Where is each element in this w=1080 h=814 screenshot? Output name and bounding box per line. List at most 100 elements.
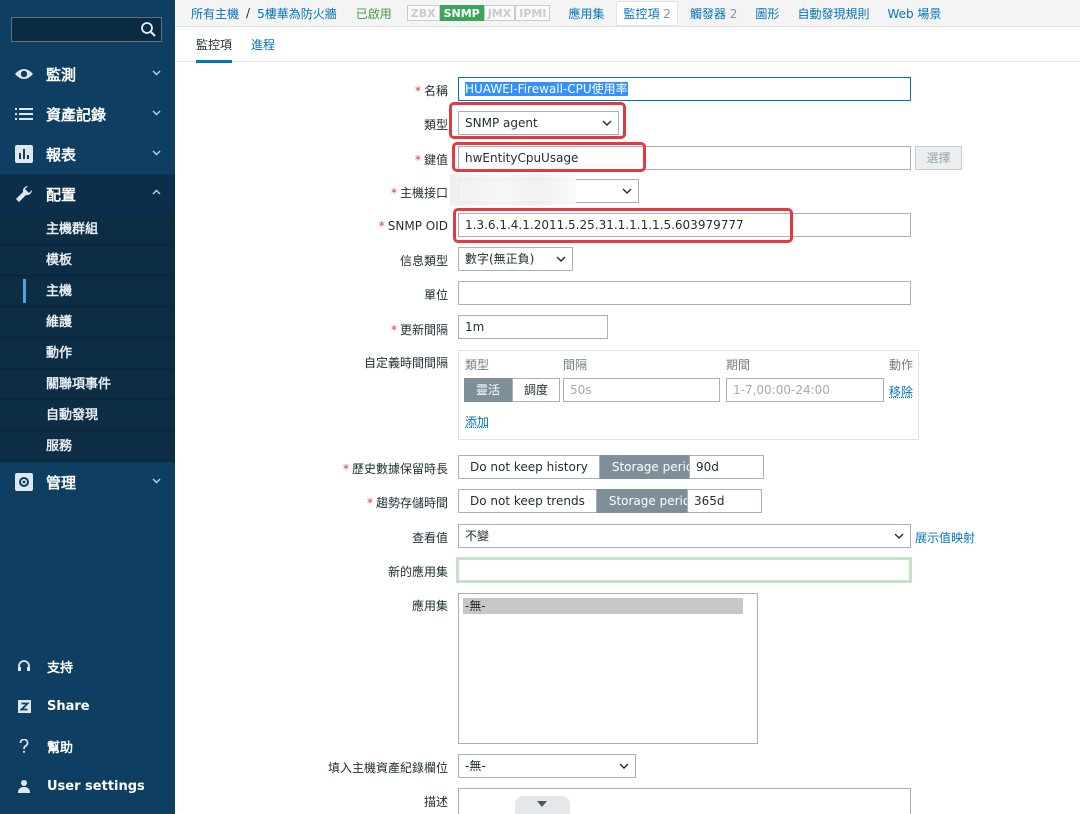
chevron-down-icon [152, 478, 161, 484]
description-label: 描述 [423, 795, 448, 809]
badge-snmp: SNMP [439, 5, 484, 21]
headset-icon [16, 659, 32, 673]
inventory-field-select[interactable]: -無- [458, 754, 636, 778]
nav-items-count: 2 [663, 6, 671, 21]
trends-mode-toggle: Do not keep trends Storage period [458, 489, 710, 513]
help-label: 幫助 [47, 740, 74, 756]
application-option-none[interactable]: -無- [463, 598, 743, 614]
search-input[interactable] [12, 18, 132, 41]
help-link[interactable]: 幫助 [0, 726, 175, 766]
units-field[interactable] [458, 281, 911, 305]
custom-intervals-table: 類型 間隔 期間 動作 靈活 調度 50s 1-7,00:00-24:00 移除… [458, 350, 919, 440]
user-settings-link[interactable]: User settings [0, 766, 175, 806]
tab-preprocessing[interactable]: 進程 [251, 36, 275, 53]
badge-jmx: JMX [483, 5, 516, 21]
submenu-discovery[interactable]: 自動發現 [0, 400, 175, 431]
type-label: 類型 [423, 118, 448, 132]
inventory-field-value: -無- [465, 759, 486, 773]
update-interval-field[interactable]: 1m [458, 315, 608, 339]
share-label: Share [47, 698, 90, 714]
nav-triggers[interactable]: 觸發器 2 [690, 5, 737, 22]
submenu-templates[interactable]: 模板 [0, 245, 175, 276]
sidebar-search[interactable] [11, 17, 162, 42]
tab-item[interactable]: 監控項 [196, 36, 233, 63]
user-settings-label: User settings [47, 778, 145, 794]
badge-zbx: ZBX [406, 5, 440, 21]
submenu-host-groups[interactable]: 主機群組 [0, 214, 175, 245]
scheduling-option[interactable]: 調度 [512, 378, 561, 402]
col-interval: 間隔 [563, 358, 588, 372]
user-icon [16, 779, 32, 793]
chevron-down-icon [894, 533, 904, 539]
history-period-field[interactable]: 90d [689, 455, 764, 479]
menu-configuration[interactable]: 配置 [0, 174, 175, 214]
info-type-select[interactable]: 數字(無正負) [458, 247, 573, 271]
nav-triggers-count: 2 [729, 6, 738, 21]
chevron-down-icon [619, 763, 629, 769]
submenu-hosts[interactable]: 主機 [0, 276, 175, 307]
units-label: 單位 [423, 288, 448, 302]
applications-listbox[interactable]: -無- [458, 593, 758, 744]
eye-icon [13, 65, 35, 83]
host-navigation: 所有主機 / 5樓華為防火牆 已啟用 ZBX SNMP JMX IPMI 應用集… [175, 0, 1080, 27]
highlight-type [449, 102, 626, 139]
support-link[interactable]: 支持 [0, 646, 175, 686]
menu-inventory[interactable]: 資產記錄 [0, 94, 175, 134]
breadcrumb-host[interactable]: 5樓華為防火牆 [257, 5, 337, 22]
trends-no-keep-option[interactable]: Do not keep trends [458, 489, 597, 513]
custom-intervals-label: 自定義時間間隔 [363, 356, 448, 370]
breadcrumb-all-hosts[interactable]: 所有主機 [191, 5, 239, 22]
show-value-select[interactable]: 不變 [458, 524, 911, 548]
menu-reports[interactable]: 報表 [0, 134, 175, 174]
submenu-maintenance[interactable]: 維護 [0, 307, 175, 338]
remove-interval-link[interactable]: 移除 [889, 383, 913, 400]
submenu-actions[interactable]: 動作 [0, 338, 175, 369]
show-value-label: 查看值 [411, 531, 448, 545]
history-label: * 歷史數據保留時長 [342, 462, 448, 476]
nav-web-scenarios[interactable]: Web 場景 [887, 5, 941, 22]
trends-period-field[interactable]: 365d [687, 489, 762, 513]
menu-monitoring[interactable]: 監測 [0, 54, 175, 94]
share-link[interactable]: Share [0, 686, 175, 726]
config-submenu: 主機群組 模板 主機 維護 動作 關聯項事件 自動發現 服務 [0, 214, 175, 462]
chevron-down-icon [152, 150, 161, 156]
name-field[interactable]: HUAWEI-Firewall-CPU使用率 [458, 77, 911, 101]
chevron-down-icon [622, 188, 632, 194]
value-mapping-link[interactable]: 展示值映射 [915, 529, 975, 546]
custom-interval-field[interactable]: 50s [563, 378, 720, 402]
chevron-down-icon [152, 110, 161, 116]
sidebar: 監測 資產記錄 報表 配置 主機群組 模板 主機 維護 動作 關聯項事件 自動發… [0, 0, 175, 814]
select-key-button[interactable]: 選擇 [915, 146, 962, 170]
nav-items-label: 監控項 [623, 6, 660, 21]
add-interval-link[interactable]: 添加 [465, 413, 489, 430]
main-menu: 監測 資產記錄 報表 配置 主機群組 模板 主機 維護 動作 關聯項事件 自動發… [0, 54, 175, 502]
nav-triggers-label: 觸發器 [689, 6, 726, 21]
show-value-value: 不變 [465, 529, 490, 543]
gear-icon [13, 473, 35, 491]
help-icon [16, 739, 32, 753]
breadcrumb-separator: / [246, 6, 251, 20]
name-label: * 名稱 [414, 84, 448, 98]
submenu-event-correlation[interactable]: 關聯項事件 [0, 369, 175, 400]
collapse-handle[interactable] [515, 796, 570, 814]
list-icon [13, 105, 35, 123]
new-application-field[interactable] [456, 557, 912, 583]
flexible-option[interactable]: 靈活 [464, 378, 513, 402]
nav-discovery-rules[interactable]: 自動發現規則 [797, 5, 869, 22]
badge-ipmi: IPMI [515, 5, 551, 21]
submenu-services[interactable]: 服務 [0, 431, 175, 462]
applications-label: 應用集 [411, 599, 448, 613]
custom-period-field[interactable]: 1-7,00:00-24:00 [726, 378, 884, 402]
search-icon[interactable] [140, 21, 157, 38]
nav-applications[interactable]: 應用集 [568, 5, 604, 22]
menu-administration[interactable]: 管理 [0, 462, 175, 502]
nav-items[interactable]: 監控項 2 [616, 0, 678, 26]
availability-badges: ZBX SNMP JMX IPMI [406, 5, 551, 21]
menu-administration-label: 管理 [46, 473, 77, 492]
chevron-down-icon [556, 256, 566, 262]
key-label: * 鍵值 [414, 153, 448, 167]
history-no-keep-option[interactable]: Do not keep history [458, 455, 600, 479]
highlight-key [452, 142, 646, 172]
nav-graphs[interactable]: 圖形 [755, 5, 779, 22]
menu-configuration-label: 配置 [46, 185, 77, 204]
